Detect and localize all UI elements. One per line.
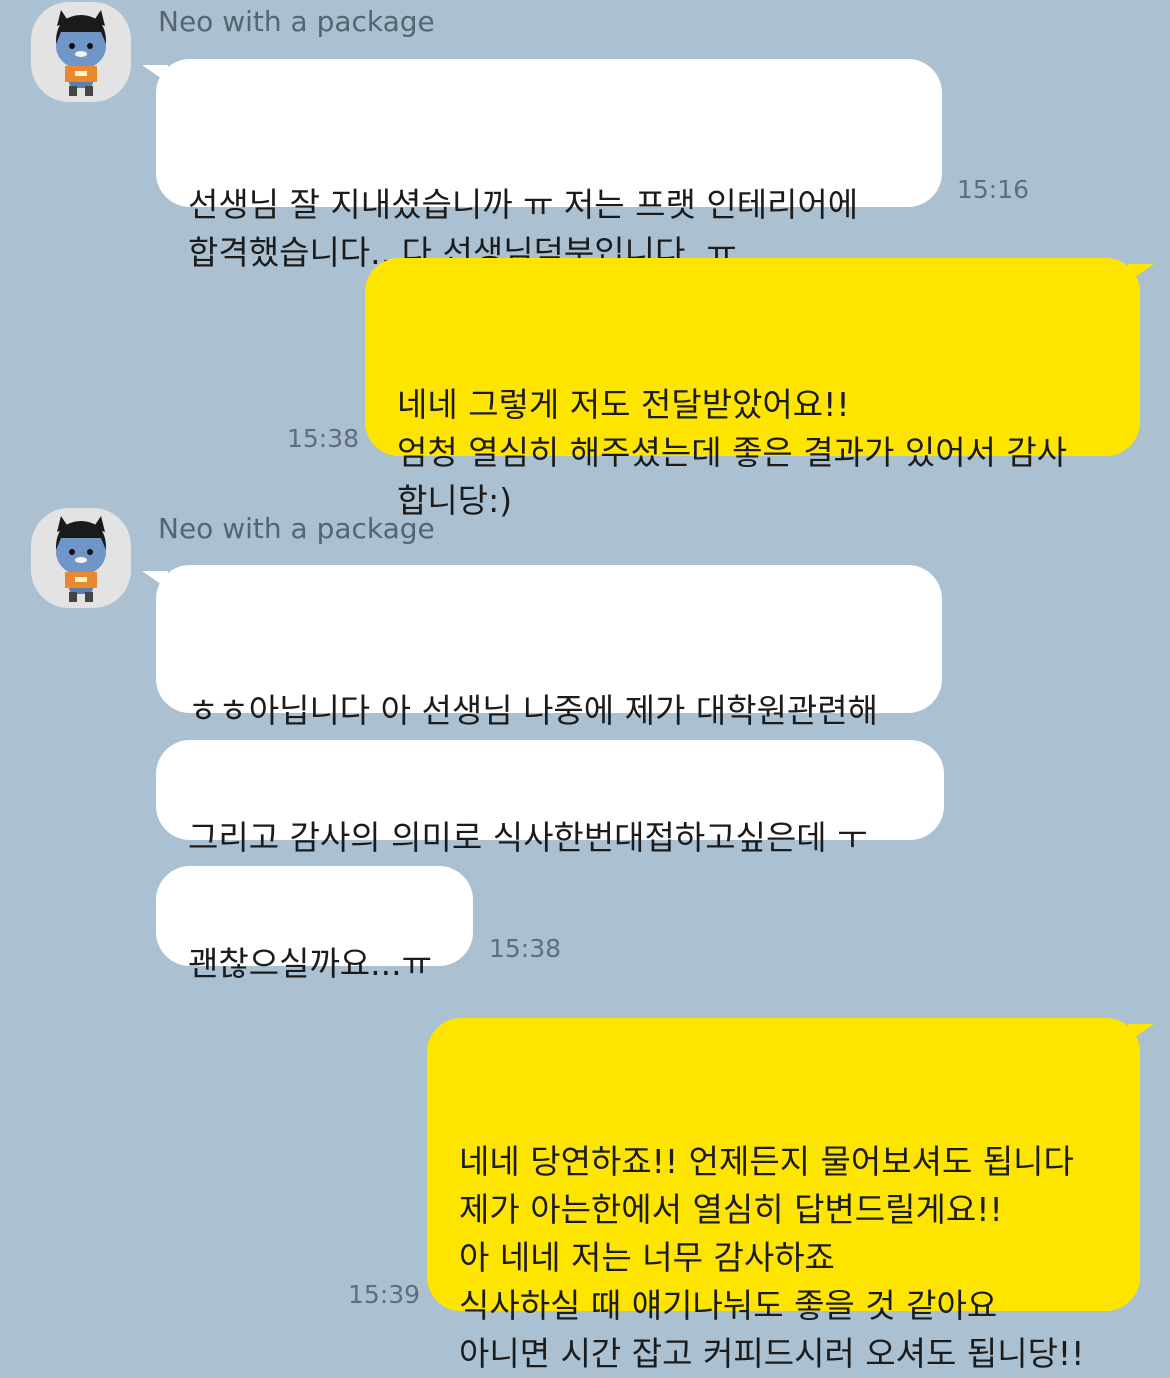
outgoing-message-bubble[interactable]: 네네 그렇게 저도 전달받았어요!! 엄청 열심히 해주셨는데 좋은 결과가 있… (365, 258, 1154, 520)
contact-avatar[interactable] (31, 508, 131, 608)
message-time: 15:38 (489, 934, 562, 963)
neo-character-icon (55, 516, 107, 602)
message-time: 15:39 (348, 1280, 421, 1309)
message-text: 네네 당연하죠!! 언제든지 물어보셔도 됩니다 제가 아는한에서 열심히 답변… (459, 1142, 1085, 1373)
sender-name: Neo with a package (158, 5, 435, 38)
bubble-tail (1128, 264, 1154, 282)
bubble-tail (142, 65, 168, 83)
incoming-message-bubble[interactable]: 선생님 잘 지내셨습니까 ㅠ 저는 프랫 인테리어에 합격했습니다...다 선생… (142, 59, 942, 272)
message-time: 15:38 (287, 424, 360, 453)
bubble-tail (142, 571, 168, 589)
message-text: 그리고 감사의 의미로 식사한번대접하고싶은데 ㅜ (188, 818, 868, 857)
contact-avatar[interactable] (31, 2, 131, 102)
incoming-message-bubble[interactable]: 그리고 감사의 의미로 식사한번대접하고싶은데 ㅜ (156, 740, 944, 857)
message-time: 15:16 (957, 175, 1030, 204)
sender-name: Neo with a package (158, 512, 435, 545)
message-text: 괜찮으실까요...ㅠ (188, 944, 432, 983)
bubble-tail (1128, 1024, 1154, 1042)
neo-character-icon (55, 10, 107, 96)
incoming-message-bubble[interactable]: ㅎㅎ아닙니다 아 선생님 나중에 제가 대학원관련해 서 좀 여쭤봐도될까요?ㅠ (142, 565, 942, 778)
outgoing-message-bubble[interactable]: 네네 당연하죠!! 언제든지 물어보셔도 됩니다 제가 아는한에서 열심히 답변… (427, 1018, 1154, 1373)
message-text: 네네 그렇게 저도 전달받았어요!! 엄청 열심히 해주셨는데 좋은 결과가 있… (397, 385, 1068, 520)
incoming-message-bubble[interactable]: 괜찮으실까요...ㅠ (156, 866, 473, 983)
